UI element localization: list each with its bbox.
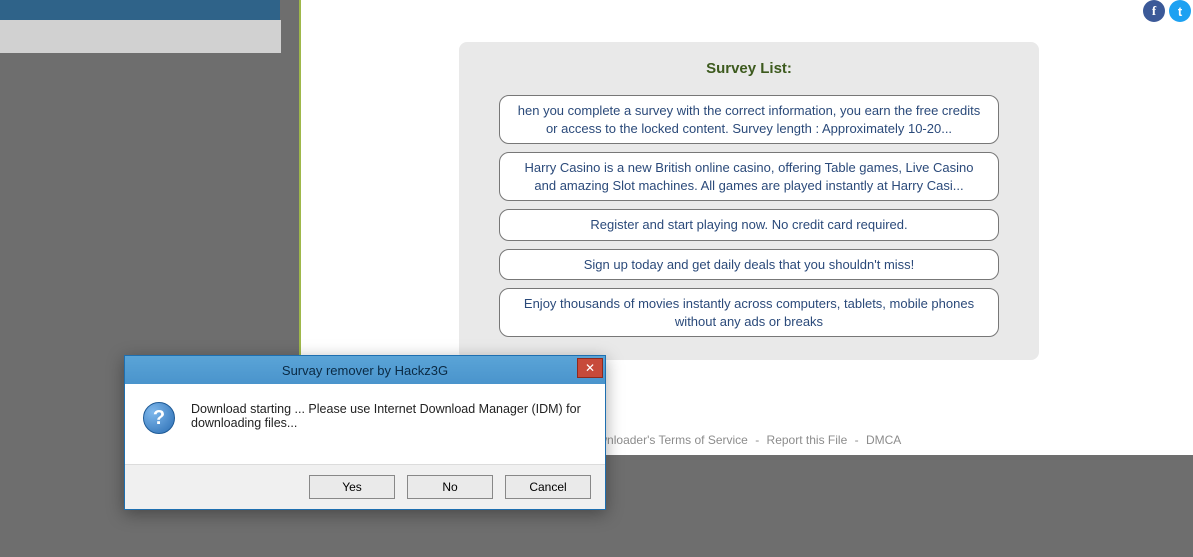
survey-item[interactable]: Harry Casino is a new British online cas… [499, 152, 999, 201]
facebook-icon[interactable]: f [1143, 0, 1165, 22]
separator: - [855, 433, 859, 447]
survey-item[interactable]: Enjoy thousands of movies instantly acro… [499, 288, 999, 337]
question-icon: ? [143, 402, 175, 434]
dialog-footer: Yes No Cancel [125, 464, 605, 509]
dialog-title: Survay remover by Hackz3G [282, 363, 448, 378]
no-button[interactable]: No [407, 475, 493, 499]
dmca-link[interactable]: DMCA [866, 433, 901, 447]
report-link[interactable]: Report this File [767, 433, 848, 447]
survey-item[interactable]: hen you complete a survey with the corre… [499, 95, 999, 144]
tos-link[interactable]: ownloader's Terms of Service [592, 433, 748, 447]
dialog-message: Download starting ... Please use Interne… [191, 402, 585, 430]
sidebar-sub-strip [0, 20, 281, 53]
close-icon[interactable]: ✕ [577, 358, 603, 378]
sidebar-header-strip [0, 0, 280, 20]
twitter-icon[interactable]: t [1169, 0, 1191, 22]
yes-button[interactable]: Yes [309, 475, 395, 499]
dialog-body: ? Download starting ... Please use Inter… [125, 384, 605, 464]
survey-list-title: Survey List: [483, 60, 1015, 77]
message-dialog: Survay remover by Hackz3G ✕ ? Download s… [124, 355, 606, 510]
survey-list-panel: Survey List: hen you complete a survey w… [459, 42, 1039, 360]
survey-item[interactable]: Sign up today and get daily deals that y… [499, 249, 999, 281]
dialog-titlebar[interactable]: Survay remover by Hackz3G ✕ [125, 356, 605, 384]
separator: - [755, 433, 759, 447]
social-buttons: f t [1143, 0, 1191, 22]
cancel-button[interactable]: Cancel [505, 475, 591, 499]
survey-item[interactable]: Register and start playing now. No credi… [499, 209, 999, 241]
